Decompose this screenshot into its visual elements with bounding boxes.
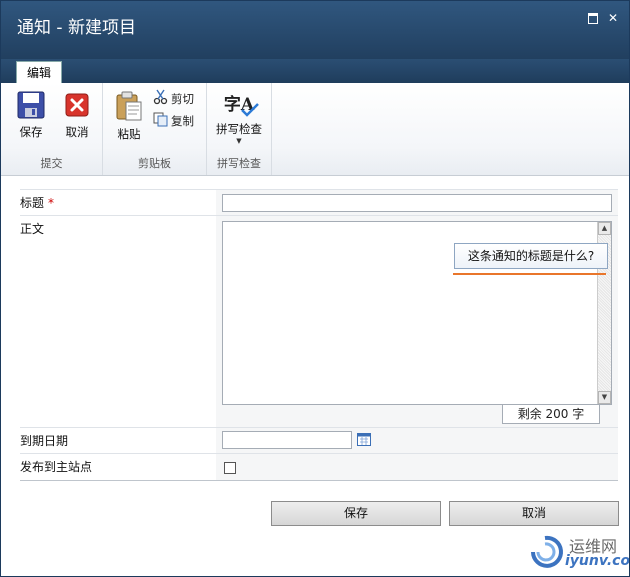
title-input[interactable] — [222, 194, 612, 212]
tab-edit[interactable]: 编辑 — [16, 61, 62, 84]
spelling-group-label: 拼写检查 — [217, 157, 261, 170]
spell-check-icon: 字A — [212, 91, 266, 119]
cut-label: 剪切 — [171, 92, 194, 106]
spell-check-label: 拼写检查 — [216, 122, 262, 136]
cut-button[interactable]: 剪切 — [153, 89, 201, 107]
ribbon-group-submit: 保存 取消 提交 — [1, 83, 103, 175]
paste-button[interactable]: 粘贴 — [109, 91, 149, 142]
dialog-title: 通知 - 新建项目 — [17, 18, 136, 38]
scroll-down-icon[interactable]: ▼ — [598, 391, 611, 404]
paste-label: 粘贴 — [117, 127, 141, 141]
title-bar: 通知 - 新建项目 ✕ — [1, 1, 629, 59]
calendar-icon[interactable] — [357, 432, 371, 446]
body-row: 正文 ▲ ▼ 这条通知的标题是什么? 剩余 200 字 — [20, 215, 618, 428]
site-watermark: 运维网 iyunv.com — [521, 529, 629, 575]
publish-row: 发布到主站点 — [20, 453, 618, 481]
title-label-text: 标题 — [20, 196, 45, 210]
ribbon: 保存 取消 提交 粘贴 剪切 复制 剪贴板 字A 拼写检查 ▼ 拼写检查 — [1, 83, 629, 176]
copy-icon — [153, 112, 168, 127]
scroll-up-icon[interactable]: ▲ — [598, 222, 611, 235]
save-button[interactable]: 保存 — [271, 501, 441, 526]
checkmark-icon — [241, 103, 259, 117]
clipboard-group-label: 剪贴板 — [138, 157, 171, 170]
publish-field-bg — [216, 454, 618, 481]
scissors-icon — [153, 89, 168, 105]
ribbon-tab-strip: 编辑 — [1, 59, 629, 84]
title-row: 标题 * — [20, 189, 618, 216]
ribbon-group-clipboard: 粘贴 剪切 复制 剪贴板 — [103, 83, 207, 175]
watermark-logo-icon — [531, 535, 563, 568]
body-label: 正文 — [20, 222, 45, 236]
ribbon-group-spelling: 字A 拼写检查 ▼ 拼写检查 — [207, 83, 272, 175]
publish-checkbox[interactable] — [224, 462, 236, 474]
tooltip-underline — [453, 273, 606, 275]
expiry-row: 到期日期 — [20, 427, 618, 454]
submit-group-label: 提交 — [40, 157, 63, 170]
watermark-en: iyunv.com — [565, 553, 630, 569]
maximize-icon[interactable] — [587, 12, 599, 24]
cancel-button[interactable]: 取消 — [449, 501, 619, 526]
char-counter: 剩余 200 字 — [502, 404, 600, 424]
title-hint-tooltip: 这条通知的标题是什么? — [454, 243, 608, 269]
copy-label: 复制 — [171, 114, 194, 128]
save-ribbon-label: 保存 — [19, 125, 43, 139]
form-footer-divider — [20, 480, 618, 481]
expiry-date-input[interactable] — [222, 431, 352, 449]
save-ribbon-button[interactable]: 保存 — [11, 91, 51, 140]
cancel-ribbon-button[interactable]: 取消 — [57, 91, 97, 140]
copy-button[interactable]: 复制 — [153, 111, 201, 129]
cancel-ribbon-label: 取消 — [65, 125, 89, 139]
required-mark: * — [48, 196, 55, 210]
chevron-down-icon: ▼ — [236, 137, 242, 145]
title-label: 标题 * — [20, 194, 54, 211]
save-icon — [17, 91, 45, 119]
expiry-label: 到期日期 — [20, 434, 69, 448]
cancel-icon — [65, 93, 89, 117]
publish-label: 发布到主站点 — [20, 460, 93, 474]
spell-check-button[interactable]: 字A 拼写检查 ▼ — [212, 91, 266, 145]
paste-icon — [116, 91, 142, 121]
new-item-dialog: 通知 - 新建项目 ✕ 编辑 保存 取消 提交 粘贴 剪切 复制 剪贴板 字A … — [0, 0, 630, 577]
close-icon[interactable]: ✕ — [607, 12, 619, 24]
